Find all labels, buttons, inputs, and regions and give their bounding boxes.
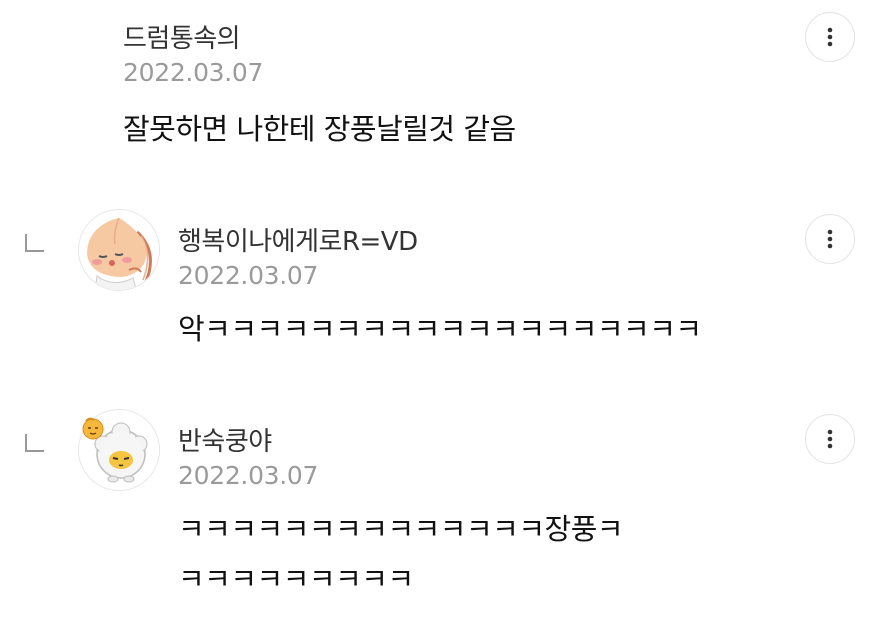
comment-line: ㅋㅋㅋㅋㅋㅋㅋㅋㅋ xyxy=(178,562,414,596)
comment-line: ㅋㅋㅋㅋㅋㅋㅋㅋㅋㅋㅋㅋㅋㅋ장풍ㅋ xyxy=(178,512,624,546)
more-options-button[interactable] xyxy=(805,214,855,264)
reply-indent-icon xyxy=(25,434,44,452)
comment-author[interactable]: 반숙쿵야 xyxy=(178,421,272,458)
avatar[interactable] xyxy=(78,209,160,291)
reply-indent-icon xyxy=(25,234,44,252)
more-options-button[interactable] xyxy=(805,414,855,464)
comment-body: 악ㅋㅋㅋㅋㅋㅋㅋㅋㅋㅋㅋㅋㅋㅋㅋㅋㅋㅋㅋ xyxy=(178,304,702,354)
more-vertical-icon xyxy=(827,429,833,449)
comment-list: 드럼통속의 2022.03.07 잘못하면 나한테 장풍날릴것 같음 행복이나에… xyxy=(0,0,890,625)
comment-date: 2022.03.07 xyxy=(178,261,319,290)
comment-body: ㅋㅋㅋㅋㅋㅋㅋㅋㅋㅋㅋㅋㅋㅋ장풍ㅋ ㅋㅋㅋㅋㅋㅋㅋㅋㅋ xyxy=(178,504,624,604)
reply-item: 행복이나에게로R=VD 2022.03.07 악ㅋㅋㅋㅋㅋㅋㅋㅋㅋㅋㅋㅋㅋㅋㅋㅋ… xyxy=(0,205,890,390)
comment-body: 잘못하면 나한테 장풍날릴것 같음 xyxy=(123,104,516,154)
more-vertical-icon xyxy=(827,229,833,249)
more-vertical-icon xyxy=(827,27,833,47)
comment-author[interactable]: 드럼통속의 xyxy=(123,18,241,55)
avatar-badge-icon xyxy=(82,417,104,440)
comment-line: 악ㅋㅋㅋㅋㅋㅋㅋㅋㅋㅋㅋㅋㅋㅋㅋㅋㅋㅋㅋ xyxy=(178,312,702,346)
more-options-button[interactable] xyxy=(805,12,855,62)
reply-item: 반숙쿵야 2022.03.07 ㅋㅋㅋㅋㅋㅋㅋㅋㅋㅋㅋㅋㅋㅋ장풍ㅋ ㅋㅋㅋㅋㅋㅋ… xyxy=(0,405,890,625)
comment-line: 잘못하면 나한테 장풍날릴것 같음 xyxy=(123,112,516,146)
comment-date: 2022.03.07 xyxy=(123,58,264,87)
comment-author[interactable]: 행복이나에게로R=VD xyxy=(178,221,418,258)
comment-item: 드럼통속의 2022.03.07 잘못하면 나한테 장풍날릴것 같음 xyxy=(0,0,890,190)
comment-date: 2022.03.07 xyxy=(178,461,319,490)
